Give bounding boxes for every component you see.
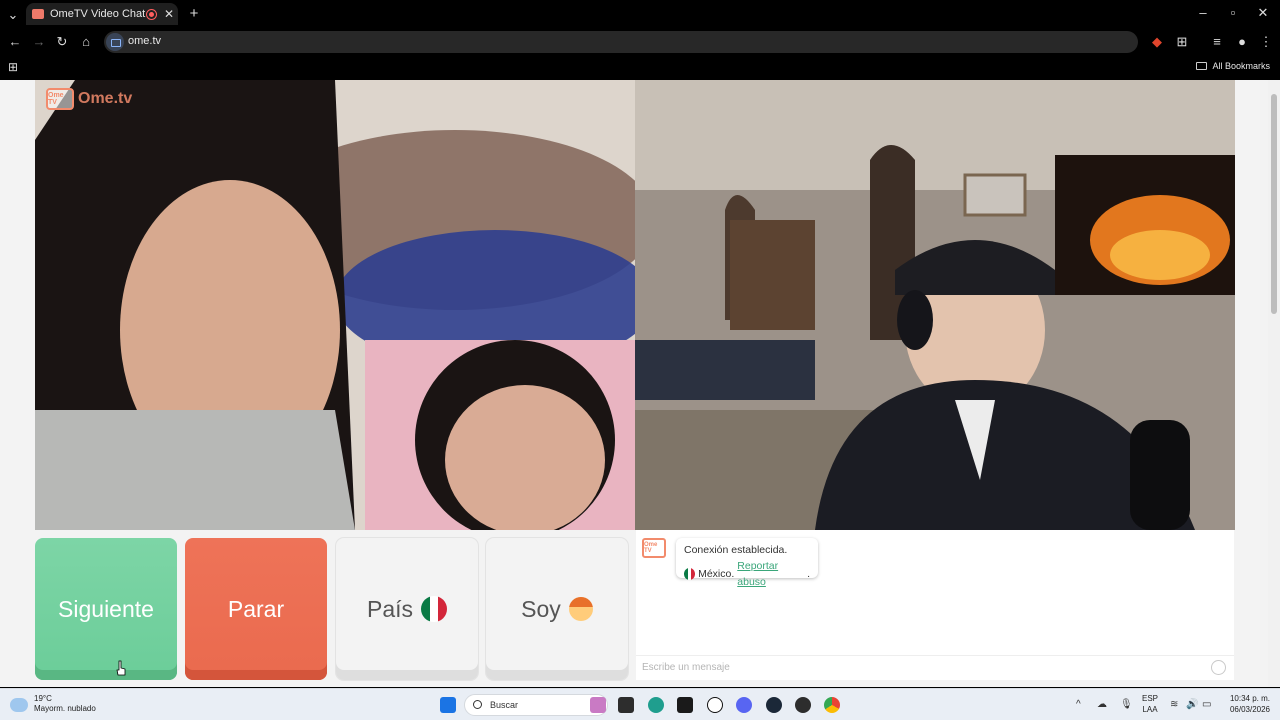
partner-country: México.	[698, 568, 735, 580]
gender-label: Soy	[521, 595, 561, 622]
input-language[interactable]: ESP LAA	[1142, 693, 1158, 715]
all-bookmarks-label: All Bookmarks	[1212, 61, 1270, 71]
search-icon	[473, 700, 482, 709]
self-video	[635, 80, 1235, 530]
ometv-favicon-icon	[32, 9, 44, 19]
address-bar[interactable]: ome.tv	[104, 31, 1138, 53]
edge-browser-icon[interactable]	[648, 697, 664, 713]
report-abuse-link[interactable]: Reportar abuso	[737, 558, 804, 590]
back-icon[interactable]: ←	[8, 34, 22, 49]
site-info-camera-icon[interactable]	[106, 33, 124, 51]
emoji-smiley-icon[interactable]	[1211, 660, 1226, 675]
ometv-logo: Ome TV Ome.tv	[46, 88, 132, 110]
weather-temperature: 19°C	[34, 694, 52, 703]
page-scrollbar[interactable]	[1268, 80, 1280, 687]
tray-overflow-chevron-icon[interactable]: ^	[1076, 699, 1081, 710]
scrollbar-thumb[interactable]	[1271, 94, 1277, 314]
ometv-bot-avatar: Ome TV	[642, 538, 666, 558]
ometv-logo-text: Ome.tv	[78, 90, 133, 107]
reload-icon[interactable]: ↻	[55, 34, 69, 50]
obs-icon[interactable]	[795, 697, 811, 713]
media-control-icon[interactable]: ≡	[1210, 34, 1224, 49]
home-icon[interactable]: ⌂	[79, 34, 93, 49]
system-message: Conexión establecida. México. Reportar a…	[676, 538, 818, 588]
weather-description: Mayorm. nublado	[34, 704, 96, 713]
profile-avatar[interactable]: ●	[1235, 34, 1249, 49]
bookmarks-bar: ⊞ All Bookmarks	[0, 56, 1280, 80]
taskbar-search-label: Buscar	[490, 700, 519, 710]
next-button[interactable]: Siguiente	[35, 538, 177, 680]
file-explorer-icon[interactable]	[618, 697, 634, 713]
message-input[interactable]: Escribe un mensaje	[636, 655, 1234, 680]
clock[interactable]: 10:34 p. m. 06/03/2026	[1230, 693, 1270, 715]
windows-taskbar: 19°C Mayorm. nublado Buscar ^ ☁ 🎙 ESP LA…	[0, 688, 1280, 720]
stop-label: Parar	[227, 595, 285, 622]
menu-kebab-icon[interactable]: ⋮	[1259, 34, 1273, 50]
chrome-icon[interactable]	[824, 697, 840, 713]
url-text: ome.tv	[128, 35, 162, 47]
recording-indicator-icon	[146, 9, 156, 19]
next-label: Siguiente	[58, 595, 154, 622]
stranger-video-scene	[35, 80, 635, 530]
forward-icon[interactable]: →	[32, 34, 46, 49]
extension-fox-icon[interactable]: ◆	[1150, 34, 1164, 50]
steam-icon[interactable]	[766, 697, 782, 713]
boy-emoji-icon	[568, 597, 593, 621]
report-suffix: .	[807, 568, 810, 580]
self-video-scene	[635, 80, 1235, 530]
close-window-icon[interactable]: ✕	[1256, 5, 1270, 21]
stop-button[interactable]: Parar	[185, 538, 327, 680]
ometv-logo-icon: Ome TV	[46, 88, 74, 110]
tab-title: OmeTV Video Chat — Ome	[50, 8, 147, 20]
connection-status-text: Conexión establecida.	[684, 544, 788, 556]
apps-grid-icon[interactable]: ⊞	[6, 60, 20, 74]
weather-widget[interactable]: 19°C Mayorm. nublado	[10, 694, 96, 714]
volume-icon[interactable]: 🔊	[1186, 699, 1198, 710]
message-input-placeholder: Escribe un mensaje	[642, 662, 730, 673]
capcut-icon[interactable]	[677, 697, 693, 713]
search-highlight-icon	[590, 697, 606, 713]
mexico-flag-icon	[421, 596, 448, 622]
clock-time: 10:34 p. m.	[1229, 694, 1270, 703]
minimize-icon[interactable]: –	[1196, 5, 1210, 20]
mouse-hand-cursor-icon	[116, 660, 126, 676]
restore-icon[interactable]: ▫	[1226, 5, 1240, 20]
country-label: País	[366, 595, 414, 622]
microphone-icon[interactable]: 🎙	[1120, 699, 1133, 710]
discord-icon[interactable]	[736, 697, 752, 713]
chat-panel: Ome TV Conexión establecida. México. Rep…	[636, 530, 1234, 680]
taskbar-search[interactable]: Buscar	[464, 694, 608, 716]
country-filter-button[interactable]: País	[336, 538, 478, 680]
tab-search-chevron-icon[interactable]: ⌄	[6, 7, 20, 23]
chatgpt-icon[interactable]	[707, 697, 723, 713]
gender-button[interactable]: Soy	[486, 538, 628, 680]
close-tab-icon[interactable]: ✕	[164, 7, 174, 21]
partly-cloudy-icon	[10, 698, 28, 712]
folder-icon	[1196, 62, 1208, 70]
language-code: ESP	[1142, 694, 1159, 703]
clock-date: 06/03/2026	[1229, 705, 1270, 714]
mexico-flag-small-icon	[684, 568, 696, 580]
browser-tab-bar: ⌄ OmeTV Video Chat — Ome ✕ + – ▫ ✕	[0, 0, 1280, 28]
all-bookmarks-button[interactable]: All Bookmarks	[1196, 61, 1270, 71]
battery-icon[interactable]: ▭	[1202, 699, 1211, 710]
extensions-puzzle-icon[interactable]: ⊞	[1175, 34, 1189, 50]
layout-code: LAA	[1142, 705, 1158, 714]
onedrive-cloud-icon[interactable]: ☁	[1097, 699, 1107, 710]
new-tab-icon[interactable]: +	[186, 5, 202, 22]
windows-start-icon[interactable]	[440, 697, 456, 713]
tab-ometv[interactable]: OmeTV Video Chat — Ome ✕	[26, 3, 178, 25]
wifi-icon[interactable]: ≋	[1170, 699, 1178, 710]
stranger-video	[35, 80, 635, 530]
